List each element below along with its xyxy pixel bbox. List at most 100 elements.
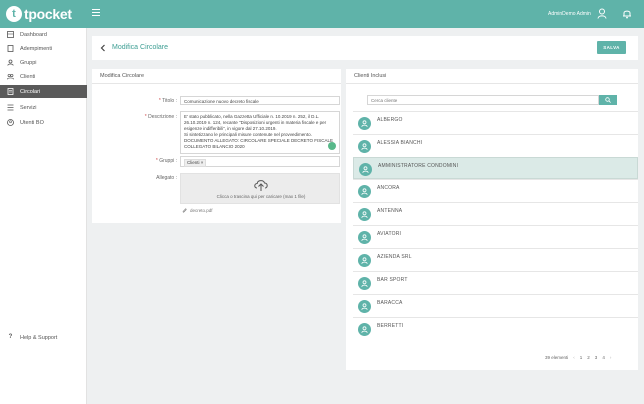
sidebar-item-label: Clienti [20,73,36,80]
person-icon [361,234,368,241]
prev-page-button[interactable]: ‹ [573,355,575,360]
clients-panel-title: Clienti Inclusi [346,69,638,84]
client-row[interactable]: ANTENNA [353,202,638,224]
client-row[interactable]: AMMINISTRATORE CONDOMINI [353,157,638,179]
client-row[interactable]: BARACCA [353,294,638,316]
client-name: ANCORA [377,185,400,191]
person-icon [361,211,368,218]
client-name: BERRETTI [377,323,404,329]
client-row[interactable]: BERRETTI [353,317,638,339]
next-page-button[interactable]: › [610,355,612,360]
client-avatar [358,117,371,130]
sidebar-item-clienti[interactable]: Clienti [0,70,87,83]
sidebar: Dashboard Adempimenti Gruppi Clienti Cir… [0,28,87,404]
paperclip-icon [182,208,187,213]
sidebar-item-gruppi[interactable]: Gruppi [0,56,87,69]
page-4-button[interactable]: 4 [602,355,605,360]
person-icon [361,280,368,287]
title-input[interactable]: Comunicazione nuovo decreto fiscale [180,96,340,105]
person-icon [361,326,368,333]
services-icon [7,104,14,111]
client-row[interactable]: ALBERGO [353,111,638,133]
person-icon [361,257,368,264]
client-avatar [358,140,371,153]
search-icon [605,97,611,103]
person-icon [361,303,368,310]
description-label: * Descrizione : [144,114,177,120]
bell-icon[interactable] [622,8,632,19]
question-icon: ? [8,334,13,340]
client-avatar [358,185,371,198]
client-name: ALESSIA BIANCHI [377,140,423,146]
attached-file[interactable]: decreto.pdf [182,208,213,213]
grammar-check-icon[interactable] [328,142,336,150]
included-clients-panel: Clienti Inclusi ALBERGO ALESSIA BIANCHI AM… [346,69,638,370]
sidebar-item-servizi[interactable]: Servizi [0,101,87,114]
file-name: decreto.pdf [190,208,213,213]
sidebar-item-utenti-bo[interactable]: Utenti BO [0,116,87,129]
dropzone-text: Clicca o trascina qui per caricare (max … [216,194,306,199]
clients-icon [7,73,14,80]
top-bar: t tpocket AdminDemo Admin [0,0,644,28]
document-icon [7,45,14,52]
sidebar-item-label: Circolari [20,88,41,95]
client-avatar [358,277,371,290]
group-chip[interactable]: Clienti × [184,159,207,167]
page-2-button[interactable]: 2 [587,355,590,360]
person-icon [362,166,369,173]
user-icon [7,119,14,126]
cloud-upload-icon [254,180,268,191]
page-1-button[interactable]: 1 [580,355,583,360]
form-panel-title: Modifica Circolare [92,69,341,84]
edit-circular-form: Modifica Circolare * Titolo : Comunicazi… [92,69,341,223]
menu-toggle-icon[interactable] [92,9,100,16]
client-name: BAR SPORT [377,277,408,283]
back-arrow-icon[interactable] [100,44,106,52]
logo-mark: t [6,6,22,22]
attachment-label: Allegato : [156,175,177,181]
client-avatar [358,208,371,221]
client-avatar [358,254,371,267]
client-search-input[interactable] [367,95,599,105]
sidebar-item-circolari[interactable]: Circolari [0,85,87,98]
client-name: AMMINISTRATORE CONDOMINI [378,163,459,169]
client-name: BARACCA [377,300,403,306]
person-icon [361,143,368,150]
client-row[interactable]: ANCORA [353,179,638,201]
help-support-link[interactable]: ? Help & Support [7,334,58,341]
sidebar-item-label: Dashboard [20,31,47,38]
sidebar-item-adempimenti[interactable]: Adempimenti [0,42,87,55]
user-icon[interactable] [597,8,607,19]
groups-label: * Gruppi : [155,158,177,164]
groups-select[interactable]: Clienti × [180,156,340,167]
person-icon [361,188,368,195]
group-icon [7,59,14,66]
sidebar-item-label: Servizi [20,104,37,111]
upload-dropzone[interactable]: Clicca o trascina qui per caricare (max … [180,173,340,204]
sidebar-item-dashboard[interactable]: Dashboard [0,28,87,41]
client-name: AZIENDA SRL [377,254,412,260]
app-logo[interactable]: t tpocket [6,6,72,22]
client-avatar [358,300,371,313]
user-name[interactable]: AdminDemo Admin [548,11,591,17]
title-label: * Titolo : [158,98,177,104]
person-icon [361,120,368,127]
client-row[interactable]: ALESSIA BIANCHI [353,134,638,156]
client-row[interactable]: AVIATORI [353,225,638,247]
page-header: Modifica Circolare SALVA [92,36,638,60]
client-row[interactable]: AZIENDA SRL [353,248,638,270]
client-row[interactable]: BAR SPORT [353,271,638,293]
item-count: 39 elementi [545,355,569,360]
dashboard-icon [7,31,14,38]
client-search [367,95,617,105]
client-name: ALBERGO [377,117,403,123]
client-name: AVIATORI [377,231,402,237]
page-3-button[interactable]: 3 [595,355,598,360]
description-textarea[interactable]: E' stato pubblicato, nella Gazzetta Uffi… [180,111,340,154]
sidebar-item-label: Gruppi [20,59,37,66]
client-avatar [358,231,371,244]
search-button[interactable] [599,95,617,105]
save-button[interactable]: SALVA [597,41,626,54]
client-name: ANTENNA [377,208,403,214]
sidebar-item-label: Utenti BO [20,119,44,126]
